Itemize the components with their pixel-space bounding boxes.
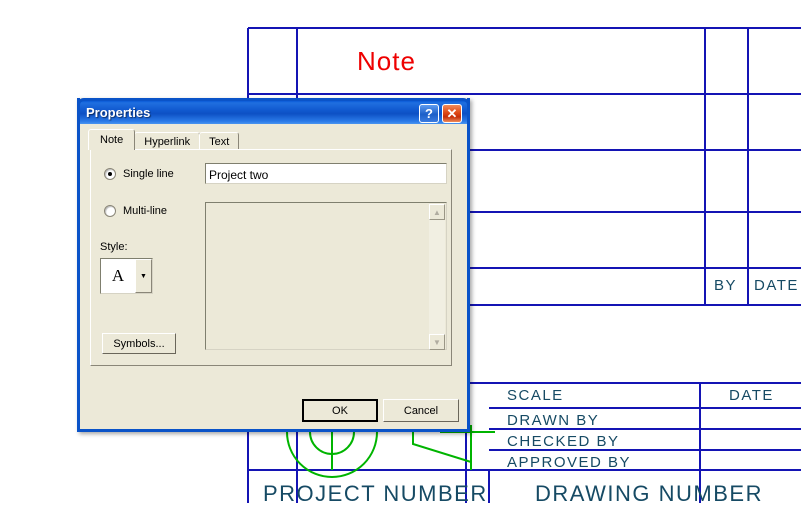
- cell-project-number: PROJECT NUMBER: [263, 481, 488, 506]
- scroll-up-icon[interactable]: ▲: [429, 204, 445, 220]
- radio-multi-line-dot[interactable]: [104, 205, 116, 217]
- tab-note[interactable]: Note: [88, 129, 136, 150]
- cancel-button[interactable]: Cancel: [383, 399, 459, 422]
- dialog-title: Properties: [86, 105, 151, 120]
- radio-multi-line-label: Multi-line: [123, 205, 168, 217]
- multi-line-textarea[interactable]: ▲ ▼: [205, 202, 447, 350]
- close-icon[interactable]: ✕: [442, 104, 462, 123]
- scroll-down-icon[interactable]: ▼: [429, 334, 445, 350]
- ok-button[interactable]: OK: [302, 399, 378, 422]
- cell-drawn-by: DRAWN BY: [507, 412, 600, 429]
- note-annotation-text: Note: [357, 46, 416, 76]
- cell-date: DATE: [729, 387, 774, 404]
- style-dropdown-value: A: [111, 266, 125, 285]
- help-icon[interactable]: ?: [419, 104, 439, 123]
- wedge-shape: [412, 432, 472, 464]
- style-label: Style:: [100, 241, 128, 253]
- properties-dialog: Properties ? ✕ Note Hyperlink Text Singl…: [77, 98, 470, 432]
- tab-text[interactable]: Text: [199, 132, 240, 150]
- chevron-down-icon[interactable]: ▼: [135, 259, 152, 293]
- symbols-button[interactable]: Symbols...: [102, 333, 176, 354]
- radio-multi-line[interactable]: Multi-line: [104, 205, 167, 217]
- style-dropdown[interactable]: A ▼: [100, 258, 153, 294]
- cell-drawing-number: DRAWING NUMBER: [535, 481, 763, 506]
- tab-strip: Note Hyperlink Text: [88, 129, 240, 150]
- radio-single-line-dot[interactable]: [104, 168, 116, 180]
- dialog-titlebar[interactable]: Properties ? ✕: [77, 98, 470, 124]
- radio-single-line[interactable]: Single line: [104, 168, 174, 180]
- cell-date-rev: DATE: [754, 277, 799, 294]
- tab-hyperlink[interactable]: Hyperlink: [134, 132, 201, 150]
- cell-checked-by: CHECKED BY: [507, 433, 620, 450]
- cell-scale: SCALE: [507, 387, 564, 404]
- cell-by: BY: [714, 277, 738, 294]
- multi-line-scrollbar[interactable]: ▲ ▼: [429, 204, 445, 350]
- single-line-input[interactable]: [205, 163, 447, 184]
- cell-approved-by: APPROVED BY: [507, 454, 632, 471]
- radio-single-line-label: Single line: [123, 168, 174, 180]
